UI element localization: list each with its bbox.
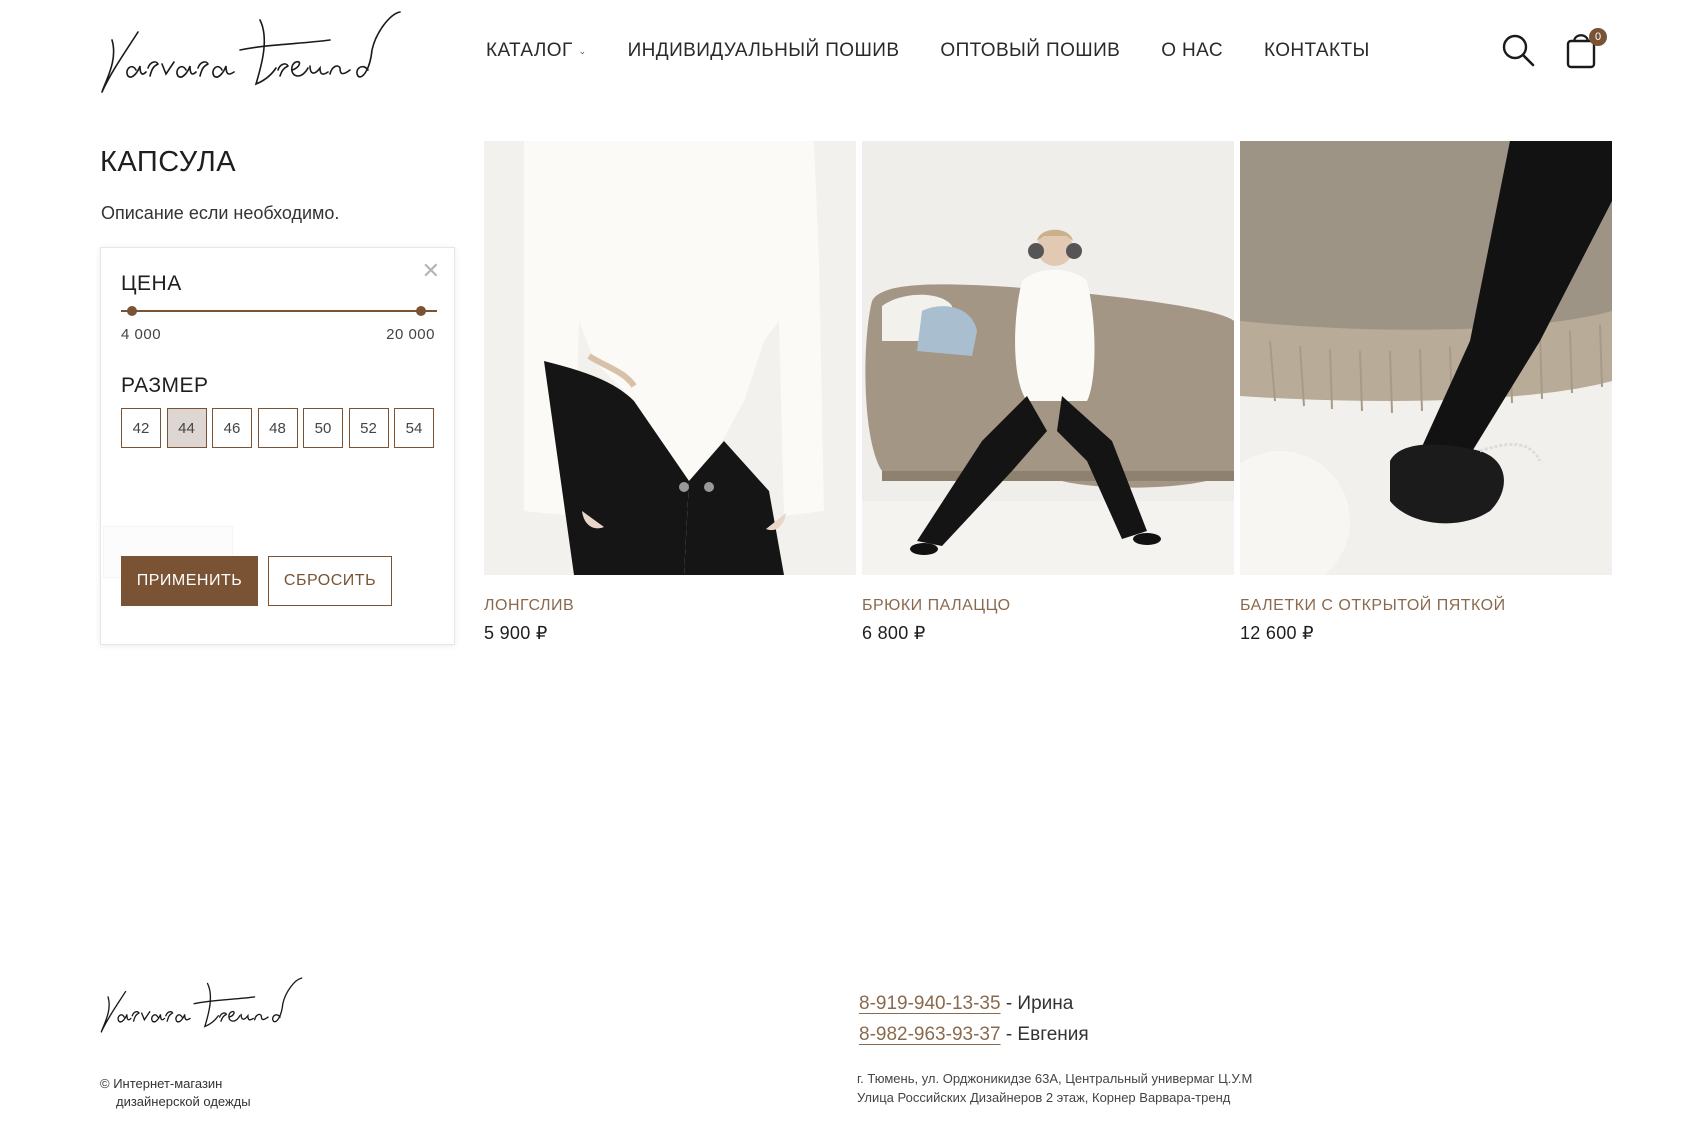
nav-item-label: ИНДИВИДУАЛЬНЫЙ ПОШИВ [627, 40, 900, 61]
chevron-down-icon: ⌄ [578, 45, 587, 56]
size-option-44[interactable]: 44 [166, 408, 207, 448]
nav-item-contacts[interactable]: КОНТАКТЫ [1264, 40, 1370, 62]
contact-person: - Ирина [1000, 993, 1074, 1014]
size-option-50[interactable]: 50 [303, 408, 343, 448]
product-price: 5 900 ₽ [484, 623, 548, 643]
product-image[interactable] [1240, 141, 1612, 575]
product-card-palazzo-pants[interactable]: БРЮКИ ПАЛАЦЦО 6 800 ₽ [862, 141, 1234, 644]
logo-script-image [100, 977, 303, 1033]
price-max-handle[interactable] [416, 306, 426, 316]
product-image[interactable] [484, 141, 856, 575]
footer-logo[interactable] [100, 976, 305, 1034]
size-option-48[interactable]: 48 [257, 408, 298, 448]
address-line-1: г. Тюмень, ул. Орджоникидзе 63А, Централ… [857, 1071, 1253, 1086]
price-range-slider[interactable] [121, 306, 437, 316]
price-min-value: 4 000 [121, 326, 162, 343]
price-min-handle[interactable] [127, 306, 137, 316]
site-logo[interactable] [100, 10, 405, 94]
product-card-longsleeve[interactable]: ЛОНГСЛИВ 5 900 ₽ [484, 141, 856, 644]
product-name[interactable]: ЛОНГСЛИВ [484, 597, 856, 615]
nav-item-about[interactable]: О НАС [1161, 40, 1223, 62]
size-filter-title: РАЗМЕР [121, 374, 209, 397]
product-card-open-heel-flats[interactable]: БАЛЕТКИ С ОТКРЫТОЙ ПЯТКОЙ 12 600 ₽ [1240, 141, 1612, 644]
nav-item-wholesale-tailoring[interactable]: ОПТОВЫЙ ПОШИВ [940, 40, 1120, 62]
contact-person: - Евгения [1000, 1024, 1089, 1045]
store-address: г. Тюмень, ул. Орджоникидзе 63А, Централ… [857, 1069, 1252, 1107]
search-icon[interactable] [1500, 32, 1536, 68]
nav-item-catalog[interactable]: КАТАЛОГ ⌄ [486, 40, 587, 62]
price-filter-title: ЦЕНА [121, 272, 182, 295]
copyright-line-1: © Интернет-магазин [100, 1076, 223, 1091]
copyright: © Интернет-магазин дизайнерской одежды [100, 1075, 251, 1111]
footer-contacts: 8-919-940-13-35 - Ирина 8-982-963-93-37 … [859, 988, 1089, 1050]
nav-item-individual-tailoring[interactable]: ИНДИВИДУАЛЬНЫЙ ПОШИВ [628, 40, 900, 62]
phone-link[interactable]: 8-982-963-93-37 [859, 1024, 1001, 1045]
cart-count-badge: 0 [1589, 28, 1607, 46]
size-option-52[interactable]: 52 [348, 408, 389, 448]
product-price: 6 800 ₽ [862, 623, 926, 643]
page-title: КАПСУЛА [100, 146, 237, 178]
main-nav: КАТАЛОГ ⌄ ИНДИВИДУАЛЬНЫЙ ПОШИВ ОПТОВЫЙ П… [486, 40, 1411, 62]
apply-filter-button[interactable]: ПРИМЕНИТЬ [121, 556, 258, 606]
size-option-54[interactable]: 54 [394, 408, 434, 448]
address-line-2: Улица Российских Дизайнеров 2 этаж, Корн… [857, 1090, 1231, 1105]
nav-item-label: КОНТАКТЫ [1263, 40, 1370, 61]
product-name[interactable]: БРЮКИ ПАЛАЦЦО [862, 597, 1234, 615]
copyright-line-2: дизайнерской одежды [116, 1094, 251, 1109]
phone-link[interactable]: 8-919-940-13-35 [859, 993, 1001, 1014]
filter-panel: ✕ ЦЕНА 4 000 20 000 РАЗМЕР 42 44 46 48 5… [100, 247, 455, 645]
price-max-value: 20 000 [386, 326, 435, 343]
size-options: 42 44 46 48 50 52 54 [121, 408, 440, 448]
size-option-46[interactable]: 46 [212, 408, 252, 448]
nav-item-label: О НАС [1161, 40, 1223, 61]
page-description: Описание если необходимо. [101, 203, 340, 223]
product-image[interactable] [862, 141, 1234, 575]
logo-script-image [101, 11, 401, 93]
close-icon[interactable]: ✕ [422, 260, 440, 282]
reset-filter-button[interactable]: СБРОСИТЬ [268, 556, 392, 606]
size-option-42[interactable]: 42 [121, 408, 161, 448]
contact-row: 8-982-963-93-37 - Евгения [859, 1019, 1089, 1050]
product-name[interactable]: БАЛЕТКИ С ОТКРЫТОЙ ПЯТКОЙ [1240, 597, 1612, 615]
cart-button[interactable]: 0 [1565, 28, 1613, 72]
contact-row: 8-919-940-13-35 - Ирина [859, 988, 1089, 1019]
nav-item-label: КАТАЛОГ [486, 40, 573, 61]
product-price: 12 600 ₽ [1240, 623, 1314, 643]
nav-item-label: ОПТОВЫЙ ПОШИВ [940, 40, 1121, 61]
